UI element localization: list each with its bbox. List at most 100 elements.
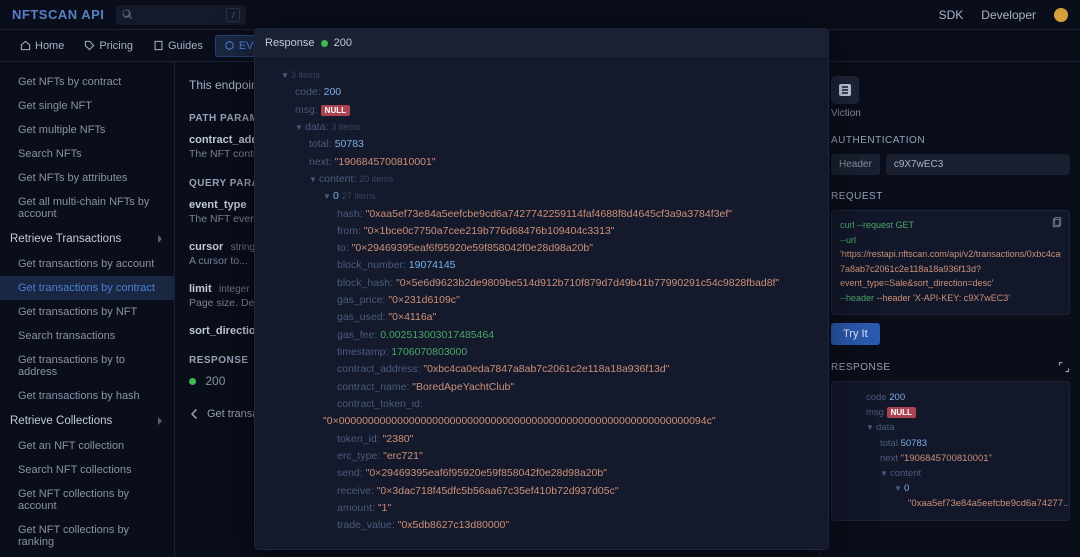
modal-body[interactable]: ▼3 items code: 200 msg: NULL ▼data: 3 it… (255, 57, 828, 545)
caret-icon[interactable]: ▼ (281, 69, 291, 82)
json-value: 0×231d6109c (392, 294, 456, 306)
sidebar-item[interactable]: Get transactions by hash (0, 384, 174, 408)
chevron-right-icon (156, 235, 164, 243)
json-value: 0×29469395eaf6f95920e59f858042f0e28d98a2… (369, 467, 603, 479)
curl-url: 'https://restapi.nftscan.com/api/v2/tran… (840, 249, 1061, 259)
sidebar-item[interactable]: Get transactions by NFT (0, 300, 174, 324)
caret-icon[interactable]: ▼ (880, 468, 890, 481)
caret-icon[interactable]: ▼ (894, 483, 904, 496)
sidebar-group-collections[interactable]: Retrieve Collections (0, 408, 174, 434)
expand-icon[interactable] (1058, 361, 1070, 373)
json-value: 200 (324, 86, 342, 98)
param-name: event_type (189, 199, 246, 211)
json-value: 1906845700810001 (338, 156, 431, 168)
param-type: string (231, 242, 255, 253)
status-dot-icon (189, 378, 196, 385)
json-value: 0×1bce0c7750a7cee219b776d68476b109404c33… (368, 225, 611, 237)
status-code: 200 (205, 374, 225, 388)
sidebar-item[interactable]: Get NFTs by attributes (0, 166, 174, 190)
home-icon (20, 40, 31, 51)
curl-url: event_type=Sale&sort_direction=desc' (840, 278, 993, 288)
request-snippet: curl --request GET --url 'https://restap… (831, 210, 1070, 315)
json-value: 1706070803000 (391, 346, 467, 358)
response-heading: RESPONSE (831, 362, 891, 373)
sidebar-item[interactable]: Get single NFT (0, 94, 174, 118)
arrow-left-icon (189, 408, 201, 420)
param-name: cursor (189, 241, 223, 253)
request-heading: REQUEST (831, 191, 1070, 202)
sidebar-item[interactable]: Get NFT collections by ranking (0, 518, 174, 554)
modal-header: Response 200 (255, 29, 828, 57)
json-value: 0xaa5ef73e84a5eefcbe9cd6a7427742259114fa… (369, 208, 728, 220)
sidebar-group-transactions[interactable]: Retrieve Transactions (0, 226, 174, 252)
copy-icon[interactable] (1051, 217, 1063, 229)
json-value: 0×3dac718f45dfc5b56aa67c35ef410b72d937d0… (380, 485, 614, 497)
caret-icon[interactable]: ▼ (309, 173, 319, 186)
sidebar-group-label: Retrieve Transactions (10, 233, 121, 245)
caret-icon[interactable]: ▼ (323, 190, 333, 203)
nav-guides[interactable]: Guides (145, 36, 211, 56)
chain-tile[interactable] (831, 76, 859, 104)
sidebar-group-label: Retrieve Collections (10, 415, 112, 427)
nav-pricing[interactable]: Pricing (76, 36, 141, 56)
nav-home[interactable]: Home (12, 36, 72, 56)
json-info: 20 items (359, 174, 393, 184)
brand-logo[interactable]: NFTSCAN API (12, 7, 104, 22)
auth-value[interactable]: c9X7wEC3 (886, 154, 1070, 175)
tag-icon (84, 40, 95, 51)
developer-link[interactable]: Developer (981, 8, 1036, 22)
json-value: 19074145 (409, 259, 456, 271)
sidebar-item[interactable]: Get NFTs by contract (0, 70, 174, 94)
cube-icon (224, 40, 235, 51)
caret-icon[interactable]: ▼ (866, 422, 876, 435)
json-null: NULL (321, 105, 350, 116)
caret-icon[interactable]: ▼ (295, 121, 305, 134)
nav-pricing-label: Pricing (99, 40, 133, 52)
sidebar-item[interactable]: Search NFT collections (0, 458, 174, 482)
sidebar-item[interactable]: Search transactions (0, 324, 174, 348)
json-value: 2380 (386, 433, 409, 445)
chevron-right-icon (156, 417, 164, 425)
status-dot-icon (321, 40, 328, 47)
curl-url-flag: --url (840, 235, 856, 245)
nav-guides-label: Guides (168, 40, 203, 52)
response-modal: Response 200 ▼3 items code: 200 msg: NUL… (254, 28, 829, 550)
sidebar: Get NFTs by contract Get single NFT Get … (0, 62, 175, 557)
sidebar-item[interactable]: Get multiple NFTs (0, 118, 174, 142)
right-panel: Viction AUTHENTICATION Header c9X7wEC3 R… (820, 62, 1080, 557)
sdk-link[interactable]: SDK (939, 8, 964, 22)
json-value: 0×00000000000000000000000000000000000000… (327, 415, 712, 427)
curl-header: --header 'X-API-KEY: c9X7wEC3' (877, 293, 1011, 303)
auth-heading: AUTHENTICATION (831, 135, 1070, 146)
json-value: 0×5e6d9623b2de9809be514d912b710f879d7d49… (400, 277, 776, 289)
json-value: 0.002513003017485464 (380, 329, 494, 341)
auth-row: Header c9X7wEC3 (831, 154, 1070, 175)
book-icon (153, 40, 164, 51)
sidebar-item[interactable]: Get an NFT collection (0, 434, 174, 458)
param-name: sort_direction (189, 325, 262, 337)
json-value: 50783 (335, 138, 364, 150)
sidebar-item[interactable]: Get all multi-chain NFTs by account (0, 190, 174, 226)
response-preview: code 200 msg NULL ▼data total 50783 next… (831, 381, 1070, 521)
json-value: 0x5db8627c13d80000 (401, 519, 505, 531)
sidebar-item-active[interactable]: Get transactions by contract (0, 276, 174, 300)
json-value: erc721 (387, 450, 419, 462)
auth-label: Header (831, 154, 880, 175)
chain-name: Viction (831, 108, 1070, 119)
try-it-button[interactable]: Try It (831, 323, 880, 345)
chain-icon (837, 82, 853, 98)
json-value: BoredApeYachtClub (416, 381, 510, 393)
json-value: 0xbc4ca0eda7847a8ab7c2061c2e118a18a936f1… (427, 363, 666, 375)
curl-url: 7a8ab7c2061c2e118a18a936f13d? (840, 264, 981, 274)
topbar: NFTSCAN API / SDK Developer (0, 0, 1080, 30)
sidebar-item[interactable]: Get transactions by account (0, 252, 174, 276)
search-input[interactable]: / (116, 5, 246, 25)
modal-title: Response (265, 37, 315, 49)
modal-status-code: 200 (334, 37, 352, 49)
curl-cmd: curl --request GET (840, 220, 914, 230)
sidebar-item[interactable]: Get NFT collections by account (0, 482, 174, 518)
sidebar-item[interactable]: Search NFTs (0, 142, 174, 166)
nav-home-label: Home (35, 40, 64, 52)
theme-toggle[interactable] (1054, 8, 1068, 22)
sidebar-item[interactable]: Get transactions by to address (0, 348, 174, 384)
